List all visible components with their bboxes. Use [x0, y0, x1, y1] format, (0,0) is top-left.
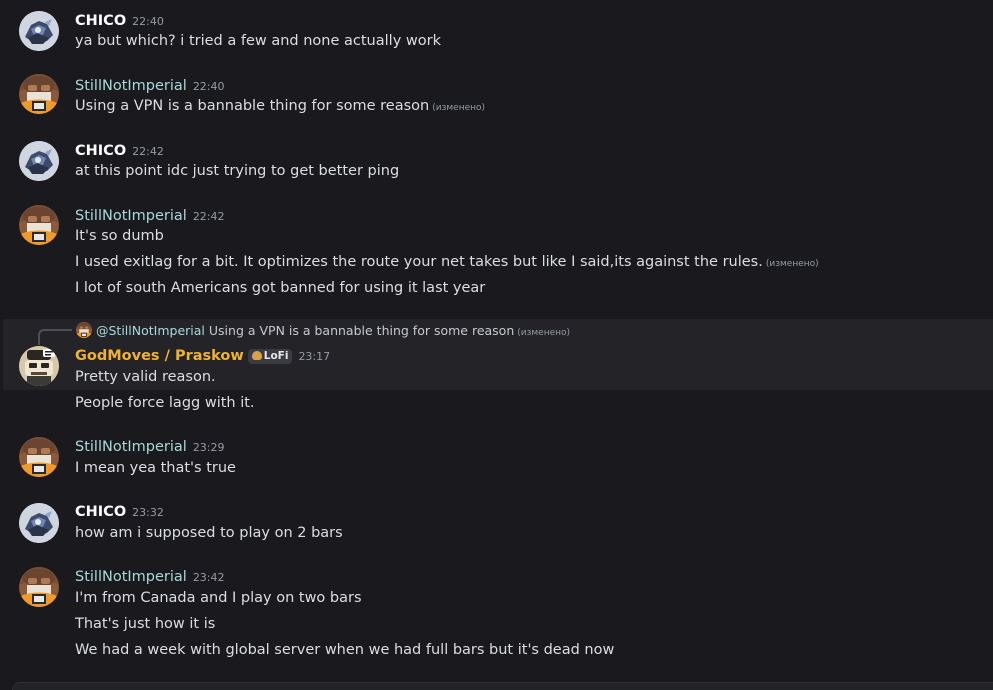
message-header: StillNotImperial 23:29: [75, 436, 225, 456]
message-header: GodMoves / Praskow LoFi 23:17: [75, 345, 330, 365]
author-name[interactable]: CHICO: [75, 13, 126, 29]
message-text: how am i supposed to play on 2 bars: [75, 525, 343, 541]
author-name[interactable]: StillNotImperial: [75, 208, 187, 224]
edited-label: (изменено): [432, 103, 486, 113]
message-header: CHICO 23:32: [75, 501, 164, 521]
message-timestamp[interactable]: 22:42: [193, 210, 225, 223]
avatar-chico[interactable]: [19, 503, 59, 543]
reply-author[interactable]: @StillNotImperial: [96, 323, 205, 338]
author-name[interactable]: GodMoves / Praskow: [75, 348, 244, 364]
message-text: We had a week with global server when we…: [75, 642, 615, 658]
author-name[interactable]: StillNotImperial: [75, 569, 187, 585]
message-text: I mean yea that's true: [75, 460, 236, 476]
message-header: StillNotImperial 23:42: [75, 566, 225, 586]
author-name[interactable]: StillNotImperial: [75, 78, 187, 94]
message-text: ya but which? i tried a few and none act…: [75, 33, 441, 49]
reply-avatar-icon: [76, 322, 92, 338]
message-header: CHICO 22:42: [75, 140, 164, 160]
message-timestamp[interactable]: 23:42: [193, 571, 225, 584]
bread-icon: [251, 351, 262, 360]
author-name[interactable]: CHICO: [75, 504, 126, 520]
avatar-stillnotimperial[interactable]: [19, 567, 59, 607]
avatar-stillnotimperial[interactable]: [19, 437, 59, 477]
message-text: I used exitlag for a bit. It optimizes t…: [75, 254, 819, 270]
avatar-stillnotimperial[interactable]: [19, 205, 59, 245]
message-timestamp[interactable]: 22:40: [193, 80, 225, 93]
message-text: People force lagg with it.: [75, 395, 255, 411]
message-header: StillNotImperial 22:42: [75, 205, 225, 225]
message-timestamp[interactable]: 22:40: [132, 15, 164, 28]
avatar-chico[interactable]: [19, 141, 59, 181]
message-timestamp[interactable]: 22:42: [132, 145, 164, 158]
message-timestamp[interactable]: 23:32: [132, 506, 164, 519]
message-text: That's just how it is: [75, 616, 216, 632]
author-name[interactable]: CHICO: [75, 143, 126, 159]
edited-label: (изменено): [765, 259, 819, 269]
message-text: It's so dumb: [75, 228, 164, 244]
edited-label: (изменено): [517, 328, 571, 338]
reply-preview[interactable]: @StillNotImperial Using a VPN is a bannab…: [40, 322, 570, 340]
avatar-chico[interactable]: [19, 11, 59, 51]
avatar-stillnotimperial[interactable]: [19, 74, 59, 114]
message-text: I lot of south Americans got banned for …: [75, 280, 486, 296]
message-text: at this point idc just trying to get bet…: [75, 163, 400, 179]
message-header: StillNotImperial 22:40: [75, 75, 225, 95]
message-composer[interactable]: [12, 682, 993, 690]
message-text: Pretty valid reason.: [75, 369, 216, 385]
chat-message-list[interactable]: CHICO 22:40 ya but which? i tried a few a…: [0, 0, 993, 690]
server-tag[interactable]: LoFi: [247, 349, 293, 364]
message-timestamp[interactable]: 23:29: [193, 441, 225, 454]
message-text: I'm from Canada and I play on two bars: [75, 590, 362, 606]
avatar-godmoves[interactable]: [19, 346, 59, 386]
message-header: CHICO 22:40: [75, 10, 164, 30]
reply-text[interactable]: Using a VPN is a bannable thing for some…: [209, 323, 514, 338]
message-text: Using a VPN is a bannable thing for some…: [75, 98, 486, 114]
message-timestamp[interactable]: 23:17: [298, 350, 330, 363]
author-name[interactable]: StillNotImperial: [75, 439, 187, 455]
